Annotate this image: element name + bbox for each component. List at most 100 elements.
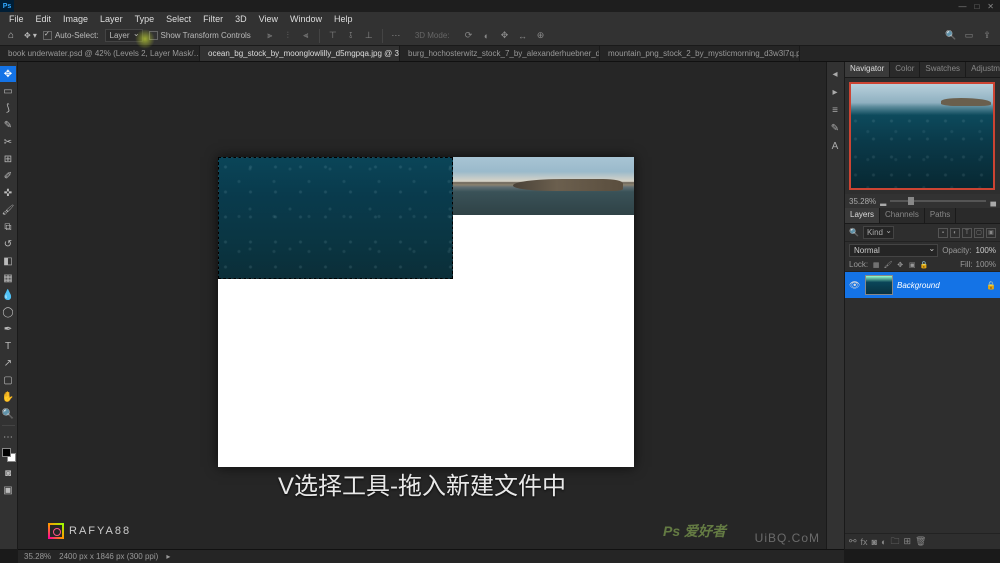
adjustment-layer-icon[interactable]: ◐ (881, 537, 886, 547)
screen-mode-tool[interactable]: ▣ (0, 482, 16, 498)
delete-layer-icon[interactable]: 🗑 (915, 536, 926, 547)
gradient-tool[interactable]: ▦ (0, 270, 16, 286)
history-panel-icon[interactable]: ▸ (827, 84, 843, 100)
status-zoom[interactable]: 35.28% (24, 552, 51, 561)
lock-artboard-icon[interactable]: ▣ (907, 260, 917, 270)
pen-tool[interactable]: ✒ (0, 321, 16, 337)
align-bottom-icon[interactable]: ⊥ (362, 29, 376, 43)
filter-pixel-icon[interactable]: ▪ (938, 228, 948, 238)
filter-adjust-icon[interactable]: ◐ (950, 228, 960, 238)
auto-select-target[interactable]: Layer (105, 29, 143, 42)
home-icon[interactable]: ⌂ (4, 29, 18, 43)
quick-select-tool[interactable]: ✎ (0, 117, 16, 133)
hand-tool[interactable]: ✋ (0, 389, 16, 405)
zoom-tool[interactable]: 🔍 (0, 406, 16, 422)
doc-tab-2[interactable]: ocean_bg_stock_by_moonglowlilly_d5mgpqa.… (200, 46, 400, 61)
edit-toolbar[interactable]: ⋯ (0, 429, 16, 445)
history-brush-tool[interactable]: ↺ (0, 236, 16, 252)
placed-image-coast[interactable] (453, 157, 634, 215)
layer-thumbnail[interactable] (865, 275, 893, 295)
visibility-toggle[interactable]: 👁 (849, 280, 861, 291)
eraser-tool[interactable]: ◧ (0, 253, 16, 269)
align-vcenter-icon[interactable]: ⫱ (344, 29, 358, 43)
blend-mode-dropdown[interactable]: Normal (849, 244, 938, 257)
filter-shape-icon[interactable]: ▢ (974, 228, 984, 238)
doc-tab-4[interactable]: mountain_png_stock_2_by_mysticmorning_d3… (600, 46, 800, 61)
shape-tool[interactable]: ▢ (0, 372, 16, 388)
clone-tool[interactable]: ⧉ (0, 219, 16, 235)
placed-image-ocean[interactable] (218, 157, 453, 279)
channels-tab[interactable]: Channels (880, 208, 925, 223)
lasso-tool[interactable]: ⟆ (0, 100, 16, 116)
layer-fx-icon[interactable]: fx (861, 537, 868, 547)
layer-name[interactable]: Background (897, 281, 940, 290)
menu-image[interactable]: Image (58, 14, 93, 24)
zoom-slider[interactable] (890, 200, 986, 202)
workspace-icon[interactable]: ▭ (962, 29, 976, 43)
brushes-panel-icon[interactable]: ✎ (827, 120, 843, 136)
layer-lock-icon[interactable]: 🔒 (986, 281, 996, 290)
doc-tab-1[interactable]: book underwater.psd @ 42% (Levels 2, Lay… (0, 46, 200, 61)
color-tab[interactable]: Color (890, 62, 920, 77)
type-tool[interactable]: T (0, 338, 16, 354)
menu-filter[interactable]: Filter (198, 14, 228, 24)
maximize-button[interactable]: □ (974, 2, 979, 11)
status-chevron-icon[interactable]: ▸ (166, 552, 170, 561)
healing-tool[interactable]: ✜ (0, 185, 16, 201)
group-icon[interactable]: 🗀 (890, 534, 899, 550)
menu-type[interactable]: Type (130, 14, 160, 24)
align-hcenter-icon[interactable]: ⫶ (281, 29, 295, 43)
auto-select-checkbox[interactable] (43, 31, 52, 40)
show-transform-checkbox[interactable] (149, 31, 158, 40)
navigator-zoom[interactable]: 35.28% (849, 197, 876, 206)
3d-pan-icon[interactable]: ✥ (498, 29, 512, 43)
filter-smart-icon[interactable]: ▣ (986, 228, 996, 238)
lock-transparent-icon[interactable]: ▦ (871, 260, 881, 270)
swatches-tab[interactable]: Swatches (920, 62, 966, 77)
opacity-value[interactable]: 100% (976, 246, 996, 255)
canvas-area[interactable]: V选择工具-拖入新建文件中 RAFYA88 Ps 爱好者 UiBQ.CoM (18, 62, 826, 549)
blur-tool[interactable]: 💧 (0, 287, 16, 303)
status-doc-info[interactable]: 2400 px x 1846 px (300 ppi) (59, 552, 158, 561)
document-canvas[interactable] (218, 157, 634, 467)
marquee-tool[interactable]: ▭ (0, 83, 16, 99)
zoom-in-icon[interactable]: ▄ (990, 197, 996, 206)
path-tool[interactable]: ↗ (0, 355, 16, 371)
menu-edit[interactable]: Edit (31, 14, 57, 24)
3d-orbit-icon[interactable]: ⟳ (462, 29, 476, 43)
menu-3d[interactable]: 3D (230, 14, 252, 24)
zoom-out-icon[interactable]: ▂ (880, 197, 886, 206)
menu-file[interactable]: File (4, 14, 29, 24)
layer-mask-icon[interactable]: ◙ (872, 537, 877, 547)
fill-value[interactable]: 100% (976, 260, 996, 269)
foreground-color[interactable] (2, 448, 11, 457)
menu-view[interactable]: View (254, 14, 283, 24)
properties-panel-icon[interactable]: ≡ (827, 102, 843, 118)
distribute-icon[interactable]: ⋯ (389, 29, 403, 43)
layer-row-background[interactable]: 👁 Background 🔒 (845, 272, 1000, 298)
brush-tool[interactable]: 🖌 (0, 202, 16, 218)
3d-zoom-icon[interactable]: ⊕ (534, 29, 548, 43)
layers-tab[interactable]: Layers (845, 208, 880, 223)
crop-tool[interactable]: ✂ (0, 134, 16, 150)
doc-tab-3[interactable]: burg_hochosterwitz_stock_7_by_alexanderh… (400, 46, 600, 61)
minimize-button[interactable]: — (958, 2, 966, 11)
align-left-icon[interactable]: ⫸ (263, 29, 277, 43)
color-swatches[interactable] (2, 448, 16, 462)
align-right-icon[interactable]: ⫷ (299, 29, 313, 43)
search-icon[interactable]: 🔍 (944, 29, 958, 43)
menu-help[interactable]: Help (329, 14, 358, 24)
share-icon[interactable]: ⇪ (980, 29, 994, 43)
menu-layer[interactable]: Layer (95, 14, 128, 24)
navigator-preview[interactable] (849, 82, 995, 190)
new-layer-icon[interactable]: ⊞ (903, 536, 911, 547)
lock-position-icon[interactable]: ✥ (895, 260, 905, 270)
close-button[interactable]: ✕ (987, 2, 994, 11)
filter-type-icon[interactable]: T (962, 228, 972, 238)
frame-tool[interactable]: ⊞ (0, 151, 16, 167)
character-panel-icon[interactable]: A (827, 138, 843, 154)
adjustments-tab[interactable]: Adjustments (966, 62, 1000, 77)
3d-slide-icon[interactable]: ↔ (516, 29, 530, 43)
lock-pixels-icon[interactable]: 🖌 (883, 260, 893, 270)
lock-all-icon[interactable]: 🔒 (919, 260, 929, 270)
